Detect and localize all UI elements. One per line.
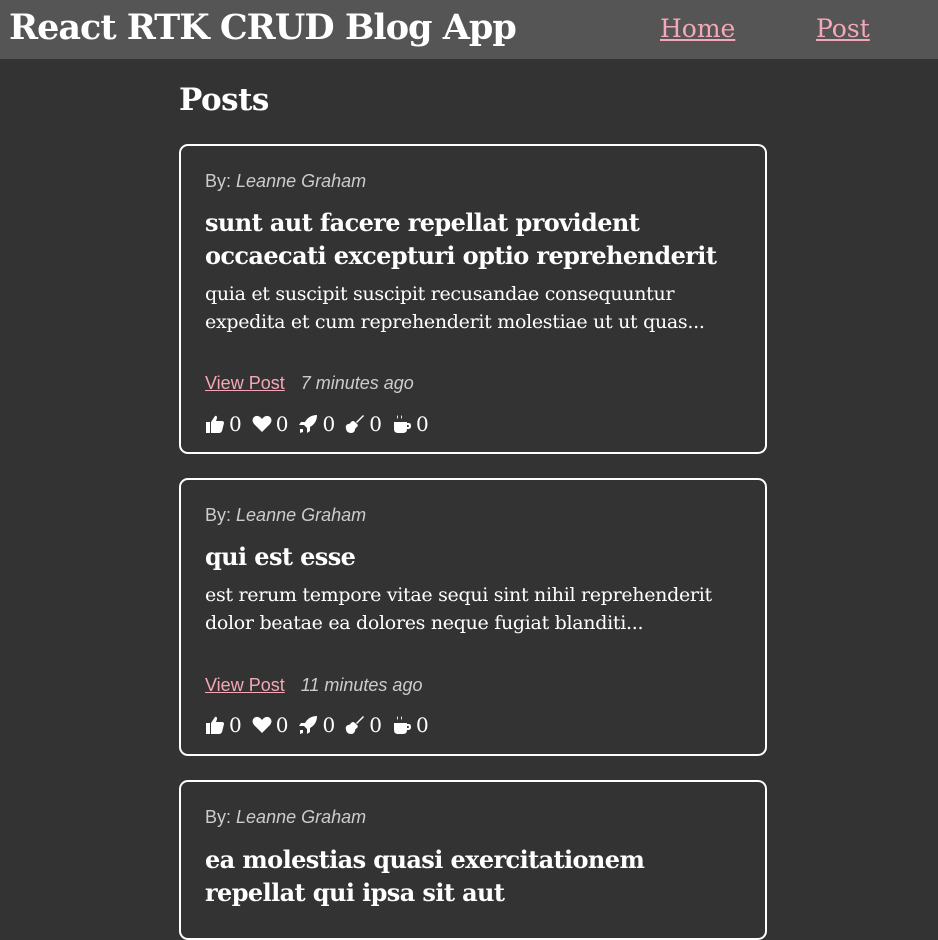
rocket-count: 0 (322, 713, 336, 737)
guitar-button[interactable]: 0 (345, 412, 382, 436)
coffee-count: 0 (415, 412, 429, 436)
nav-post-link[interactable]: Post (816, 12, 870, 46)
post-byline: By: Leanne Graham (205, 170, 366, 192)
app-header: React RTK CRUD Blog App Home Post (0, 0, 938, 59)
post-byline: By: Leanne Graham (205, 504, 366, 526)
thumbs-up-icon (206, 415, 224, 433)
heart-button[interactable]: 0 (252, 412, 289, 436)
nav-home-link[interactable]: Home (660, 12, 735, 46)
heart-icon (252, 716, 272, 733)
post-excerpt: quia et suscipit suscipit recusandae con… (205, 283, 705, 333)
thumbs-up-icon (206, 716, 224, 734)
heart-icon (252, 415, 272, 432)
post-title: sunt aut facere repellat provident occae… (205, 208, 717, 270)
rocket-button[interactable]: 0 (298, 713, 335, 737)
page-title: Posts (179, 82, 269, 118)
post-meta: View Post 11 minutes ago (205, 674, 422, 696)
post-meta: View Post 7 minutes ago (205, 372, 414, 394)
view-post-link[interactable]: View Post (205, 373, 285, 393)
app-title: React RTK CRUD Blog App (9, 7, 517, 48)
coffee-icon (393, 716, 411, 734)
thumbs-up-count: 0 (229, 412, 242, 436)
rocket-icon (299, 415, 318, 433)
heart-button[interactable]: 0 (252, 713, 289, 737)
thumbs-up-button[interactable]: 0 (205, 412, 242, 436)
heart-count: 0 (275, 713, 289, 737)
view-post-link[interactable]: View Post (205, 675, 285, 695)
post-byline: By: Leanne Graham (205, 806, 366, 828)
post-title: ea molestias quasi exercitationem repell… (205, 845, 645, 907)
byline-label: By: (205, 807, 232, 827)
reaction-buttons: 0 0 0 0 0 (205, 713, 439, 737)
thumbs-up-count: 0 (229, 713, 242, 737)
rocket-button[interactable]: 0 (298, 412, 335, 436)
heart-count: 0 (275, 412, 289, 436)
guitar-icon (345, 415, 365, 433)
post-title: qui est esse (205, 542, 356, 571)
post-card: By: Leanne Graham sunt aut facere repell… (179, 144, 767, 454)
post-author: Leanne Graham (236, 505, 367, 525)
rocket-count: 0 (322, 412, 336, 436)
byline-label: By: (205, 505, 232, 525)
guitar-button[interactable]: 0 (345, 713, 382, 737)
byline-label: By: (205, 171, 232, 191)
post-author: Leanne Graham (236, 171, 367, 191)
post-card: By: Leanne Graham qui est esse est rerum… (179, 478, 767, 756)
coffee-button[interactable]: 0 (392, 412, 429, 436)
post-excerpt: est rerum tempore vitae sequi sint nihil… (205, 584, 712, 634)
guitar-count: 0 (369, 713, 382, 737)
post-time-ago: 11 minutes ago (300, 675, 423, 695)
post-card: By: Leanne Graham ea molestias quasi exe… (179, 780, 767, 940)
thumbs-up-button[interactable]: 0 (205, 713, 242, 737)
reaction-buttons: 0 0 0 0 0 (205, 412, 439, 436)
post-time-ago: 7 minutes ago (300, 373, 414, 393)
coffee-count: 0 (415, 713, 429, 737)
rocket-icon (299, 716, 318, 734)
coffee-icon (393, 415, 411, 433)
post-author: Leanne Graham (236, 807, 367, 827)
coffee-button[interactable]: 0 (392, 713, 429, 737)
guitar-count: 0 (369, 412, 382, 436)
guitar-icon (345, 716, 365, 734)
